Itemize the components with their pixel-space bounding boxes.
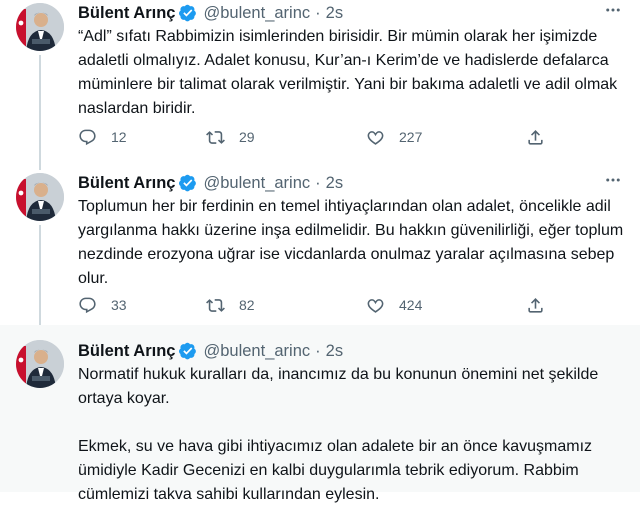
retweet-button[interactable]: 82 (206, 296, 255, 315)
tweet-actions: 12 29 227 (78, 126, 598, 148)
tweet-text: Normatif hukuk kuralları da, inancımız d… (78, 363, 626, 507)
share-icon (528, 297, 543, 313)
avatar[interactable] (16, 3, 64, 51)
thread-connector (39, 55, 41, 170)
author-handle[interactable]: @bulent_arinc (203, 342, 310, 361)
tweet-paragraph: Toplumun her bir ferdinin en temel ihtiy… (78, 198, 624, 287)
tweet-text: Toplumun her bir ferdinin en temel ihtiy… (78, 195, 626, 291)
timestamp[interactable]: 2s (326, 4, 343, 23)
retweet-button[interactable]: 29 (206, 128, 255, 147)
profile-photo (16, 173, 64, 221)
avatar[interactable] (16, 340, 64, 388)
reply-icon (79, 297, 96, 313)
tweet-2[interactable]: Bülent Arınç @bulent_arinc · 2s Toplumun… (0, 170, 640, 325)
like-button[interactable]: 227 (366, 128, 422, 147)
separator-dot: · (315, 3, 321, 22)
author-handle[interactable]: @bulent_arinc (203, 174, 310, 193)
reply-count: 33 (111, 297, 127, 313)
tweet-1[interactable]: Bülent Arınç @bulent_arinc · 2s “Adl” sı… (0, 0, 640, 170)
like-count: 227 (399, 129, 423, 145)
tweet-3[interactable]: Bülent Arınç @bulent_arinc · 2s Normatif… (0, 325, 640, 503)
reply-button[interactable]: 12 (78, 128, 127, 147)
author-name[interactable]: Bülent Arınç (78, 174, 175, 193)
tweet-text: “Adl” sıfatı Rabbimizin isimlerinden bir… (78, 25, 626, 121)
profile-photo (16, 340, 64, 388)
more-options-icon[interactable] (602, 0, 624, 20)
tweet-paragraph: “Adl” sıfatı Rabbimizin isimlerinden bir… (78, 28, 618, 117)
reply-icon (79, 129, 96, 145)
like-icon (367, 298, 384, 313)
tweet-header: Bülent Arınç @bulent_arinc · 2s (78, 2, 624, 24)
verified-badge-icon (179, 4, 197, 22)
timestamp[interactable]: 2s (326, 174, 343, 193)
verified-badge-icon (179, 174, 197, 192)
avatar[interactable] (16, 173, 64, 221)
like-count: 424 (399, 297, 423, 313)
retweet-count: 29 (239, 129, 255, 145)
retweet-icon (206, 130, 225, 144)
like-button[interactable]: 424 (366, 296, 422, 315)
thread-connector (39, 225, 41, 325)
separator-dot: · (315, 341, 321, 360)
tweet-paragraph: Ekmek, su ve hava gibi ihtiyacımız olan … (78, 438, 593, 503)
author-handle[interactable]: @bulent_arinc (203, 4, 310, 23)
tweet-header: Bülent Arınç @bulent_arinc · 2s (78, 340, 624, 362)
more-options-icon[interactable] (602, 170, 624, 190)
timestamp[interactable]: 2s (326, 342, 343, 361)
share-button[interactable] (526, 128, 545, 147)
tweet-paragraph: Normatif hukuk kuralları da, inancımız d… (78, 366, 599, 407)
reply-button[interactable]: 33 (78, 296, 127, 315)
author-name[interactable]: Bülent Arınç (78, 342, 175, 361)
retweet-count: 82 (239, 297, 255, 313)
tweet-header: Bülent Arınç @bulent_arinc · 2s (78, 172, 624, 194)
reply-count: 12 (111, 129, 127, 145)
like-icon (367, 130, 384, 145)
separator-dot: · (315, 173, 321, 192)
tweet-actions: 33 82 424 (78, 294, 598, 316)
author-name[interactable]: Bülent Arınç (78, 4, 175, 23)
retweet-icon (206, 298, 225, 312)
profile-photo (16, 3, 64, 51)
share-icon (528, 129, 543, 145)
share-button[interactable] (526, 296, 545, 315)
verified-badge-icon (179, 342, 197, 360)
